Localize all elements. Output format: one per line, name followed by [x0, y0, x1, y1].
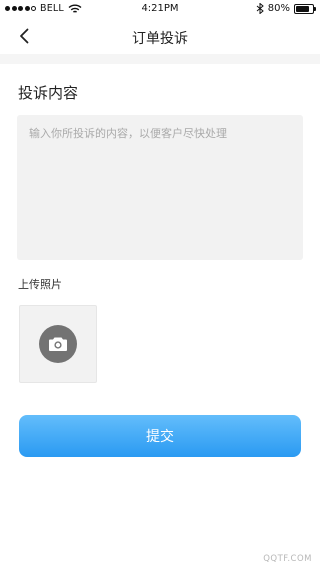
upload-photo-label: 上传照片 — [18, 278, 62, 291]
section-divider — [0, 54, 320, 64]
camera-icon-circle — [39, 325, 77, 363]
page-title: 订单投诉 — [132, 31, 188, 47]
bluetooth-icon — [256, 3, 264, 14]
upload-photo-button[interactable] — [19, 305, 97, 383]
watermark: QQTF.COM — [263, 554, 312, 564]
battery-fill — [296, 5, 309, 12]
complaint-content-input[interactable] — [17, 115, 303, 260]
battery-icon — [294, 3, 316, 14]
nav-bar: 订单投诉 — [0, 18, 320, 54]
complaint-section-title: 投诉内容 — [18, 84, 79, 102]
status-right: 80% — [256, 3, 316, 14]
status-bar: BELL 4:21PM 80% — [0, 0, 320, 18]
camera-icon — [49, 337, 67, 351]
submit-button[interactable]: 提交 — [19, 415, 301, 457]
order-complaint-screen: BELL 4:21PM 80% 订单投诉 投诉内容 输入你所投诉的内容，以便客户… — [0, 0, 320, 569]
battery-percent: 80% — [267, 3, 290, 14]
